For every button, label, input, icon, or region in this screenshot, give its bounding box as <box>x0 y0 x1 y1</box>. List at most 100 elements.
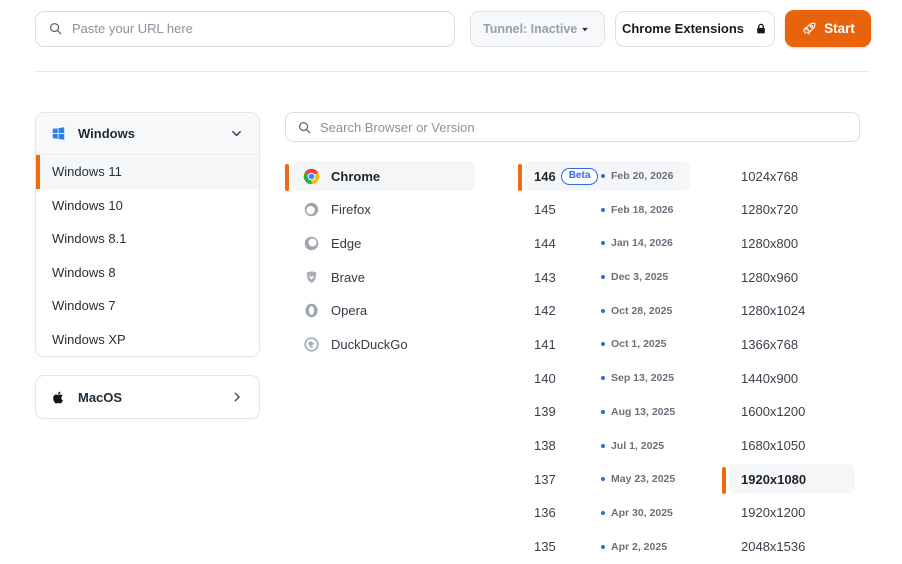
macos-group-header[interactable]: MacOS <box>35 375 260 419</box>
url-input[interactable] <box>72 21 442 36</box>
browser-name: Edge <box>331 236 361 251</box>
browser-icon <box>303 302 320 319</box>
resolution-row[interactable]: 1280x720 <box>722 195 855 228</box>
release-date-group: Jul 1, 2025 <box>601 440 664 452</box>
resolution-label: 1280x1024 <box>741 303 805 318</box>
windows-version-list: Windows 11 Windows 10 Windows 8.1 Window… <box>36 155 259 356</box>
os-item[interactable]: Windows 7 <box>36 289 259 323</box>
resolution-label: 1366x768 <box>741 337 798 352</box>
release-date: Sep 13, 2025 <box>611 372 674 384</box>
chrome-extensions-label: Chrome Extensions <box>622 21 744 36</box>
resolution-row[interactable]: 1280x960 <box>722 262 855 295</box>
chrome-extensions-button[interactable]: Chrome Extensions <box>615 11 775 47</box>
date-dot-icon <box>601 208 605 212</box>
release-date: Apr 30, 2025 <box>611 507 673 519</box>
release-date-group: Feb 18, 2026 <box>601 204 673 216</box>
os-item-label: Windows 10 <box>52 198 123 213</box>
browser-name: DuckDuckGo <box>331 337 408 352</box>
os-item-label: Windows XP <box>52 332 126 347</box>
macos-group-label: MacOS <box>78 390 122 405</box>
beta-badge: Beta <box>561 168 599 185</box>
version-label-group: 146 Beta <box>534 168 601 185</box>
resolution-row[interactable]: 2048x1536 <box>722 532 855 564</box>
version-row[interactable]: 141 Oct 1, 2025 <box>518 329 690 362</box>
release-date: Feb 20, 2026 <box>611 170 673 182</box>
browser-row[interactable]: Firefox <box>285 195 475 228</box>
version-label-group: 142 <box>534 303 601 318</box>
release-date-group: Jan 14, 2026 <box>601 237 673 249</box>
browser-row[interactable]: Chrome <box>285 161 475 194</box>
version-number: 136 <box>534 505 556 520</box>
windows-group-header[interactable]: Windows <box>36 113 259 155</box>
os-item[interactable]: Windows 11 <box>36 155 259 189</box>
version-row[interactable]: 143 Dec 3, 2025 <box>518 262 690 295</box>
version-label-group: 141 <box>534 337 601 352</box>
os-item-label: Windows 11 <box>52 164 122 179</box>
resolution-row[interactable]: 1680x1050 <box>722 431 855 464</box>
version-label-group: 139 <box>534 404 601 419</box>
browser-icon <box>303 168 320 185</box>
browser-search-wrap <box>285 112 860 142</box>
release-date-group: Feb 20, 2026 <box>601 170 673 182</box>
browser-search-input[interactable] <box>320 120 848 135</box>
resolution-label: 1680x1050 <box>741 438 805 453</box>
version-row[interactable]: 139 Aug 13, 2025 <box>518 397 690 430</box>
search-icon <box>297 120 312 135</box>
version-row[interactable]: 138 Jul 1, 2025 <box>518 431 690 464</box>
browser-panel: Chrome Firefox Edge <box>285 112 860 564</box>
os-item[interactable]: Windows 8.1 <box>36 222 259 256</box>
release-date-group: Apr 30, 2025 <box>601 507 673 519</box>
rocket-icon <box>801 21 817 37</box>
date-dot-icon <box>601 410 605 414</box>
version-number: 143 <box>534 270 556 285</box>
resolution-row[interactable]: 1366x768 <box>722 329 855 362</box>
main-content: Windows Windows 11 Windows 10 Windows 8.… <box>0 72 902 564</box>
browser-row[interactable]: DuckDuckGo <box>285 329 475 362</box>
browser-row[interactable]: Brave <box>285 262 475 295</box>
version-row[interactable]: 146 Beta Feb 20, 2026 <box>518 161 690 194</box>
resolution-label: 1280x800 <box>741 236 798 251</box>
date-dot-icon <box>601 309 605 313</box>
os-item[interactable]: Windows 8 <box>36 256 259 290</box>
resolution-row[interactable]: 1440x900 <box>722 363 855 396</box>
version-row[interactable]: 144 Jan 14, 2026 <box>518 228 690 261</box>
version-row[interactable]: 135 Apr 2, 2025 <box>518 532 690 564</box>
os-item[interactable]: Windows 10 <box>36 189 259 223</box>
version-row[interactable]: 142 Oct 28, 2025 <box>518 296 690 329</box>
version-number: 144 <box>534 236 556 251</box>
resolution-row[interactable]: 1600x1200 <box>722 397 855 430</box>
browser-selection-page: Tunnel: Inactive Chrome Extensions Start… <box>0 0 902 554</box>
resolution-row[interactable]: 1024x768 <box>722 161 855 194</box>
chevron-down-icon <box>229 126 244 141</box>
release-date-group: Oct 28, 2025 <box>601 305 672 317</box>
resolution-row[interactable]: 1920x1080 <box>722 464 855 497</box>
browser-icon <box>303 336 320 353</box>
version-number: 137 <box>534 472 556 487</box>
os-column: Windows Windows 11 Windows 10 Windows 8.… <box>35 112 260 564</box>
release-date: May 23, 2025 <box>611 473 675 485</box>
version-row[interactable]: 145 Feb 18, 2026 <box>518 195 690 228</box>
date-dot-icon <box>601 444 605 448</box>
version-row[interactable]: 137 May 23, 2025 <box>518 464 690 497</box>
caret-down-icon <box>578 22 592 36</box>
resolution-label: 1280x960 <box>741 270 798 285</box>
resolution-row[interactable]: 1280x1024 <box>722 296 855 329</box>
date-dot-icon <box>601 545 605 549</box>
tunnel-dropdown[interactable]: Tunnel: Inactive <box>470 11 605 47</box>
windows-card: Windows Windows 11 Windows 10 Windows 8.… <box>35 112 260 357</box>
resolution-row[interactable]: 1920x1200 <box>722 498 855 531</box>
version-row[interactable]: 136 Apr 30, 2025 <box>518 498 690 531</box>
version-row[interactable]: 140 Sep 13, 2025 <box>518 363 690 396</box>
browser-name: Firefox <box>331 202 371 217</box>
resolution-row[interactable]: 1280x800 <box>722 228 855 261</box>
browser-row[interactable]: Edge <box>285 228 475 261</box>
browser-icon <box>303 201 320 218</box>
version-number: 142 <box>534 303 556 318</box>
release-date: Oct 28, 2025 <box>611 305 672 317</box>
selection-columns: Chrome Firefox Edge <box>285 160 860 564</box>
version-list: 146 Beta Feb 20, 2026 <box>518 160 690 564</box>
browser-row[interactable]: Opera <box>285 296 475 329</box>
os-item[interactable]: Windows XP <box>36 323 259 357</box>
start-button[interactable]: Start <box>785 10 871 47</box>
version-label-group: 145 <box>534 202 601 217</box>
